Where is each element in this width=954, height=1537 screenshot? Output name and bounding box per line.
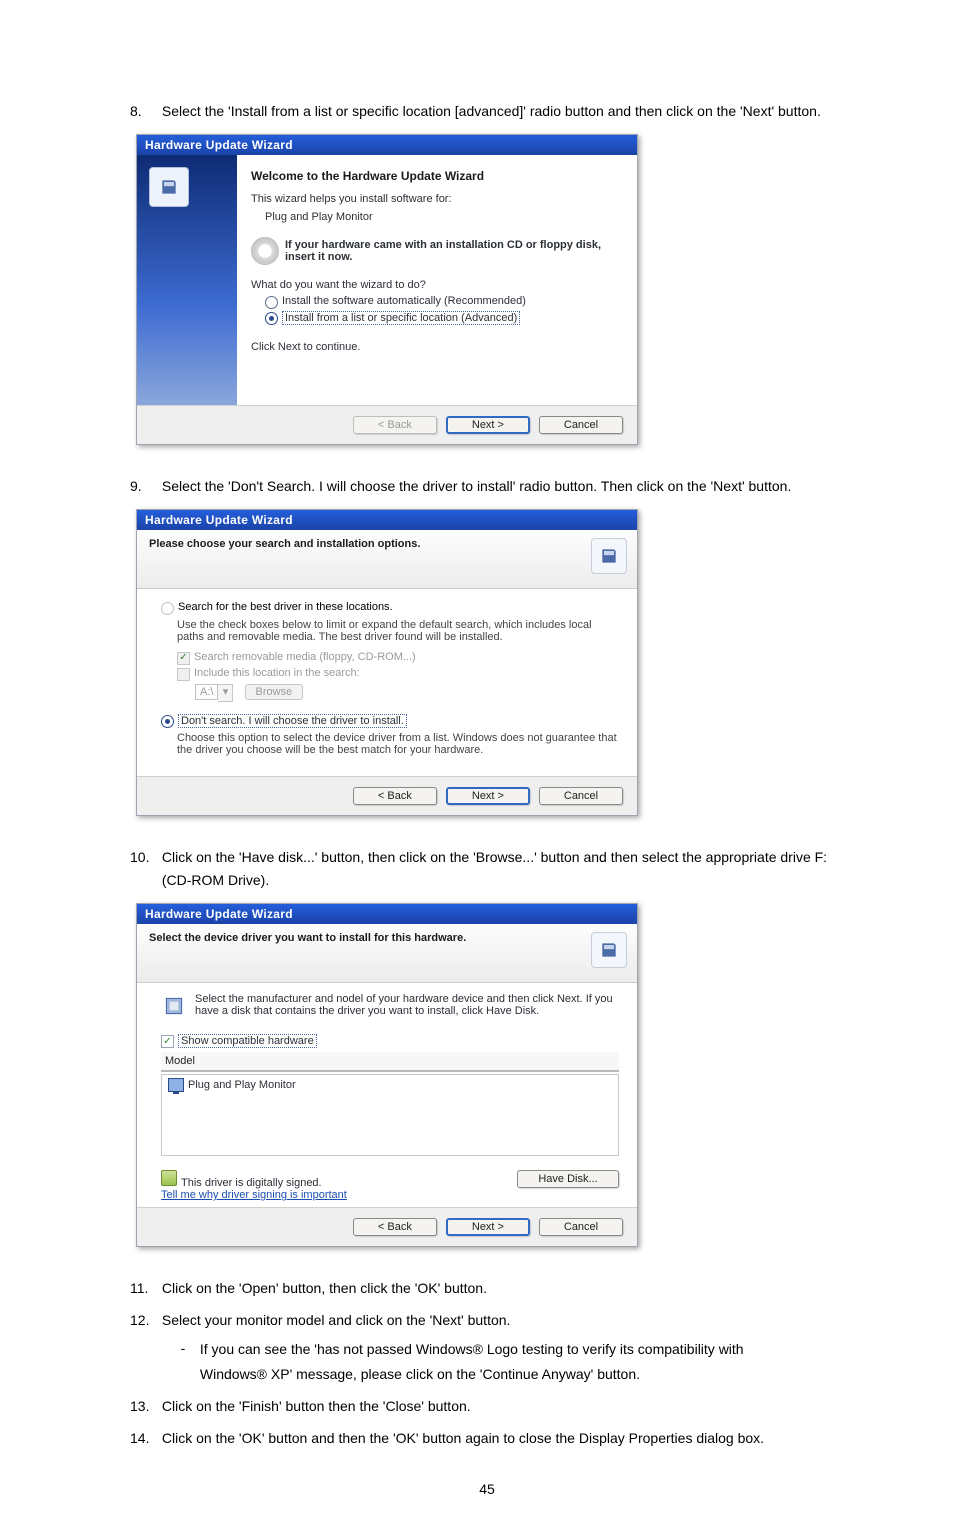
- back-button[interactable]: < Back: [353, 787, 437, 805]
- page-number: 45: [130, 1481, 844, 1497]
- step-text: Click on the 'Have disk...' button, then…: [162, 846, 832, 894]
- dropdown-caret-icon: ▾: [218, 684, 233, 702]
- check-label: Search removable media (floppy, CD-ROM..…: [194, 651, 416, 663]
- certificate-icon: [161, 1170, 177, 1186]
- step-number: 14.: [130, 1427, 158, 1451]
- step-text: Click on the 'Open' button, then click t…: [162, 1277, 832, 1301]
- browse-button: Browse: [245, 684, 304, 700]
- cd-icon: [251, 237, 279, 265]
- step-text: Select the 'Don't Search. I will choose …: [162, 475, 832, 499]
- step-number: 10.: [130, 846, 158, 870]
- dialog-welcome: Hardware Update Wizard Welcome to the Ha…: [136, 134, 638, 445]
- check-show-compatible[interactable]: Show compatible hardware: [161, 1034, 619, 1048]
- have-disk-button[interactable]: Have Disk...: [517, 1170, 619, 1188]
- model-name: Plug and Play Monitor: [188, 1079, 296, 1091]
- next-button[interactable]: Next >: [446, 1218, 530, 1236]
- why-signing-link[interactable]: Tell me why driver signing is important: [161, 1189, 347, 1201]
- chip-icon: [161, 993, 187, 1022]
- step-12: 12. Select your monitor model and click …: [130, 1309, 844, 1387]
- device-name: Plug and Play Monitor: [265, 211, 623, 223]
- hardware-icon: [591, 932, 627, 968]
- radio-dont-search[interactable]: Don't search. I will choose the driver t…: [161, 714, 619, 728]
- step-13: 13. Click on the 'Finish' button then th…: [130, 1395, 844, 1419]
- next-button[interactable]: Next >: [446, 416, 530, 434]
- step-text: Select your monitor model and click on t…: [162, 1309, 832, 1333]
- monitor-icon: [168, 1078, 184, 1092]
- select-note: Select the manufacturer and nodel of you…: [195, 993, 619, 1022]
- step-text: Select the 'Install from a list or speci…: [162, 100, 832, 124]
- radio-auto-install[interactable]: Install the software automatically (Reco…: [265, 295, 623, 309]
- radio-label: Install the software automatically (Reco…: [282, 295, 526, 307]
- radio-label: Install from a list or specific location…: [282, 311, 520, 325]
- sub-text: If you can see the 'has not passed Windo…: [200, 1337, 800, 1387]
- dialog-title: Hardware Update Wizard: [137, 510, 637, 530]
- check-removable: Search removable media (floppy, CD-ROM..…: [177, 651, 619, 665]
- dialog-heading: Welcome to the Hardware Update Wizard: [251, 169, 623, 183]
- wizard-side-graphic: [137, 155, 237, 405]
- cancel-button[interactable]: Cancel: [539, 1218, 623, 1236]
- step-text: Click on the 'Finish' button then the 'C…: [162, 1395, 832, 1419]
- wizard-question: What do you want the wizard to do?: [251, 279, 623, 291]
- dialog-subtitle: Select the device driver you want to ins…: [149, 932, 466, 944]
- model-list[interactable]: Plug and Play Monitor: [161, 1074, 619, 1156]
- step-text: Click on the 'OK' button and then the 'O…: [162, 1427, 832, 1451]
- dialog-title: Hardware Update Wizard: [137, 904, 637, 924]
- list-item[interactable]: Plug and Play Monitor: [162, 1075, 618, 1095]
- check-include-location: Include this location in the search:: [177, 667, 619, 681]
- radio-install-from-list[interactable]: Install from a list or specific location…: [265, 311, 623, 325]
- step-11: 11. Click on the 'Open' button, then cli…: [130, 1277, 844, 1301]
- check-label: Include this location in the search:: [194, 667, 360, 679]
- check-label: Show compatible hardware: [178, 1034, 317, 1048]
- step-number: 11.: [130, 1277, 158, 1301]
- step-number: 9.: [130, 475, 158, 499]
- signed-line: This driver is digitally signed.: [161, 1170, 347, 1189]
- step-9: 9. Select the 'Don't Search. I will choo…: [130, 475, 844, 499]
- helps-line: This wizard helps you install software f…: [251, 193, 623, 205]
- step-14: 14. Click on the 'OK' button and then th…: [130, 1427, 844, 1451]
- location-input: A:\: [195, 684, 218, 700]
- hardware-icon: [149, 167, 189, 207]
- sub-dash: -: [170, 1337, 196, 1361]
- dialog-search-options: Hardware Update Wizard Please choose you…: [136, 509, 638, 816]
- dont-search-note: Choose this option to select the device …: [177, 732, 619, 756]
- step-8: 8. Select the 'Install from a list or sp…: [130, 100, 844, 124]
- search-note: Use the check boxes below to limit or ex…: [177, 619, 619, 643]
- back-button: < Back: [353, 416, 437, 434]
- step-number: 13.: [130, 1395, 158, 1419]
- step-10: 10. Click on the 'Have disk...' button, …: [130, 846, 844, 894]
- cd-instruction: If your hardware came with an installati…: [285, 239, 623, 263]
- dialog-select-driver: Hardware Update Wizard Select the device…: [136, 903, 638, 1247]
- click-next-line: Click Next to continue.: [251, 341, 623, 353]
- radio-label: Search for the best driver in these loca…: [178, 601, 393, 613]
- radio-label: Don't search. I will choose the driver t…: [178, 714, 407, 728]
- hardware-icon: [591, 538, 627, 574]
- dialog-title: Hardware Update Wizard: [137, 135, 637, 155]
- back-button[interactable]: < Back: [353, 1218, 437, 1236]
- column-header-model[interactable]: Model: [161, 1052, 619, 1072]
- step-number: 8.: [130, 100, 158, 124]
- radio-search-best[interactable]: Search for the best driver in these loca…: [161, 601, 619, 615]
- cancel-button[interactable]: Cancel: [539, 416, 623, 434]
- dialog-subtitle: Please choose your search and installati…: [149, 538, 420, 550]
- next-button[interactable]: Next >: [446, 787, 530, 805]
- cancel-button[interactable]: Cancel: [539, 787, 623, 805]
- step-number: 12.: [130, 1309, 158, 1333]
